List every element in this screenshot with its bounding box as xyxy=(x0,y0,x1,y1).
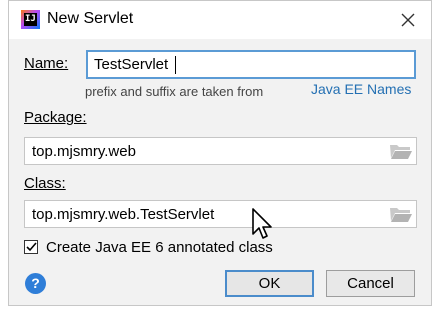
name-input[interactable] xyxy=(86,50,416,79)
help-button[interactable]: ? xyxy=(25,273,46,294)
checkmark-icon xyxy=(25,242,37,252)
class-input[interactable] xyxy=(25,201,399,227)
annotated-class-label: Create Java EE 6 annotated class xyxy=(46,238,273,256)
ok-button[interactable]: OK xyxy=(225,270,314,297)
folder-icon[interactable] xyxy=(389,205,413,223)
package-input[interactable] xyxy=(25,138,399,164)
annotated-class-checkbox-row[interactable]: Create Java EE 6 annotated class xyxy=(24,237,273,257)
new-servlet-dialog: IJ New Servlet Name: prefix and suffix a… xyxy=(8,0,432,306)
class-combo[interactable] xyxy=(24,200,417,228)
name-label: Name: xyxy=(24,55,69,72)
close-icon xyxy=(401,13,415,27)
title-bar: IJ New Servlet xyxy=(9,1,431,39)
cancel-button[interactable]: Cancel xyxy=(326,270,415,297)
folder-icon[interactable] xyxy=(389,142,413,160)
mouse-cursor-icon xyxy=(252,208,272,239)
intellij-icon: IJ xyxy=(21,10,40,29)
hint-text: prefix and suffix are taken from xyxy=(85,84,264,99)
package-combo[interactable] xyxy=(24,137,417,165)
annotated-class-checkbox[interactable] xyxy=(24,240,38,254)
package-label: Package: xyxy=(24,109,87,126)
close-button[interactable] xyxy=(393,5,423,35)
class-label: Class: xyxy=(24,175,66,192)
dialog-title: New Servlet xyxy=(47,10,134,27)
text-caret xyxy=(175,56,176,74)
java-ee-names-link[interactable]: Java EE Names xyxy=(311,81,411,97)
